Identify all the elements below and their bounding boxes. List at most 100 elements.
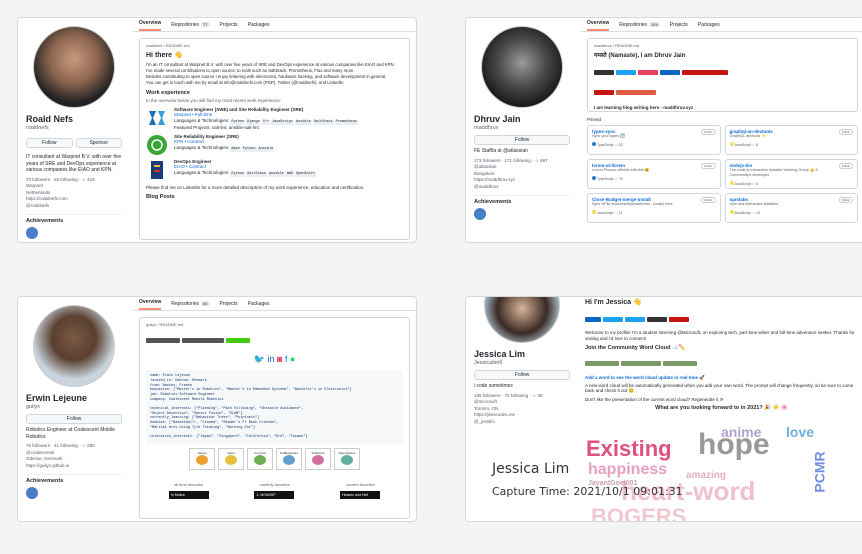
cloud-word: love: [786, 424, 815, 440]
list-item: You can get in touch with me by email at…: [146, 80, 345, 85]
pinned-repos: Public types-sync Sync your types 🔄 TypeScr…: [587, 124, 858, 223]
tab-packages[interactable]: Packages: [698, 22, 720, 31]
profile-bio: IT consultant at Warpnet B.V. with over …: [26, 154, 122, 173]
tech-chip: JavaScript: [271, 119, 295, 125]
profile-tabs: Overview Repositories 77 Projects Package…: [133, 18, 416, 32]
follow-button[interactable]: Follow: [474, 135, 570, 145]
extra-badges[interactable]: [594, 82, 851, 100]
detail-twitter[interactable]: @roaldnefs: [26, 203, 122, 210]
detail-twitter[interactable]: @maddhruv: [474, 184, 570, 191]
achievements-heading: Achievements: [26, 474, 122, 484]
favorite-item: Heaven and Hell: [340, 490, 381, 499]
cloud-badges[interactable]: [585, 353, 858, 371]
follow-button[interactable]: Follow: [26, 414, 122, 424]
readme-path[interactable]: roaldnefs / README.md: [146, 43, 403, 48]
tech-chip: AWS: [285, 171, 295, 177]
profile-bio: Robotics Engineer at Coalescent Mobile R…: [26, 427, 115, 440]
add-word-link[interactable]: Add a word to see the word cloud update …: [585, 375, 858, 381]
blog-heading: Blog Posts: [146, 194, 175, 200]
achievement-badge-icon[interactable]: [474, 208, 486, 220]
tab-overview[interactable]: Overview: [587, 20, 610, 31]
favorite-item: 2. MONSSP: [254, 490, 295, 499]
pinned-repo-card[interactable]: Public graphql-an-devtools GraphQL devtool…: [724, 124, 858, 155]
readme-path[interactable]: guilyx / README.md: [146, 322, 403, 327]
sponsor-button[interactable]: Sponsor: [75, 138, 122, 148]
profile-name: Dhruv Jain: [474, 114, 521, 124]
tab-repositories[interactable]: Repositories 77: [171, 22, 210, 31]
tech-chip: Python: [241, 146, 257, 152]
profile-username: roaldnefs: [26, 125, 49, 131]
job-tech-label: Languages & Technologies:: [174, 117, 230, 123]
status-badges[interactable]: [146, 330, 403, 348]
job-entry: DevOps Engineer EIAO • Contract Language…: [146, 159, 403, 181]
tab-projects[interactable]: Projects: [670, 22, 688, 31]
readme-title: Hi I'm Jessica 👋: [585, 299, 642, 306]
cloud-word: amazing: [686, 470, 727, 481]
blog-line[interactable]: I am learning blog writing here - maddhr…: [594, 105, 851, 111]
featured-projects[interactable]: Featured Projects: salt-lint, ansible-sa…: [174, 125, 359, 131]
profile-card-dhruv: Dhruv Jain maddhruv Follow FE Staff/a at…: [465, 17, 862, 243]
pinned-repo-card[interactable]: Public nodejs-bin The node.js Interactive …: [724, 158, 858, 189]
stat-card: Commits: [247, 447, 273, 470]
regenerate-line[interactable]: Don't like the presentation of the curre…: [585, 397, 858, 403]
job-tech-label: Languages & Technologies:: [174, 144, 230, 150]
profile-sidebar: Erwin Lejeune guilyx Follow Robotics Eng…: [18, 297, 130, 521]
job-entry: Site Reliability Engineer (SRE) KPN • Co…: [146, 134, 403, 156]
tech-chip: Ansible: [295, 119, 312, 125]
achievement-badge-icon[interactable]: [26, 227, 38, 239]
stat-card: Stars: [218, 447, 244, 470]
tab-projects[interactable]: Projects: [220, 22, 238, 31]
achievements-heading: Achievements: [26, 214, 122, 224]
pinned-repo-card[interactable]: Public types-sync Sync your types 🔄 TypeScr…: [587, 124, 721, 155]
profile-readme: roaldnefs / README.md Hi there 👋 I'm an …: [139, 38, 410, 240]
social-icons[interactable]: 🐦 in ◙ f ●: [146, 354, 403, 365]
pinned-repo-card[interactable]: Public npmlabs npm and interactive statist…: [724, 192, 858, 223]
tab-overview[interactable]: Overview: [139, 299, 162, 310]
social-badges[interactable]: [594, 62, 851, 80]
profile-bio: i code sometimes: [474, 383, 513, 389]
stat-card: Repositories: [334, 447, 360, 470]
profile-bio: FE Staff/a at @atlassian: [474, 148, 528, 154]
job-entry: Software Engineer (SWE) and Site Reliabi…: [146, 107, 403, 131]
intro-text: Welcome to my profile! I'm a student int…: [585, 330, 855, 341]
avatar: [33, 305, 115, 387]
tab-packages[interactable]: Packages: [248, 22, 270, 31]
favorite-item: In Motion: [168, 490, 209, 499]
profile-code-block: name: Erwin Lejeune located_in: Odense, D…: [146, 370, 403, 444]
avatar: [481, 26, 563, 108]
detail-website[interactable]: https://guilyx.github.io: [26, 463, 122, 470]
profile-readme: maddhruv / README.md नमस्ते (Namaste), I…: [587, 38, 858, 112]
profile-name: Erwin Lejeune: [26, 393, 88, 403]
avatar: [484, 297, 560, 343]
word-cloud-image[interactable]: Existing hope anime love happiness heart…: [586, 424, 831, 521]
profile-username: Jessicalim6: [474, 360, 503, 366]
detail-twitter[interactable]: @_jesslim: [474, 419, 570, 426]
favorites-headings: all time favorites monthly favorites curre…: [174, 481, 375, 487]
follow-button[interactable]: Follow: [26, 138, 73, 148]
job-tech-label: Languages & Technologies:: [174, 169, 230, 175]
social-badges[interactable]: [585, 309, 858, 327]
achievements-heading: Achievements: [474, 195, 570, 205]
cloud-question: What are you looking forward to in 2021?…: [655, 405, 788, 411]
achievement-badge-icon[interactable]: [26, 487, 38, 499]
profile-tabs: Overview Repositories 104 Projects Packag…: [581, 18, 862, 32]
tab-repositories[interactable]: Repositories 104: [619, 22, 660, 31]
profile-card-erwin: Erwin Lejeune guilyx Follow Robotics Eng…: [17, 296, 417, 522]
avatar: [33, 26, 115, 108]
stat-card: Issues: [189, 447, 215, 470]
tab-overview[interactable]: Overview: [139, 20, 162, 31]
pinned-repo-card[interactable]: Public lorem-ut-llorem Lorem Picsum offere…: [587, 158, 721, 189]
cloud-heading: Join the Community Word Cloud ☁️✏️: [585, 345, 686, 351]
favorites-row[interactable]: In Motion 2. MONSSP Heaven and Hell: [146, 490, 403, 499]
follow-button[interactable]: Follow: [474, 370, 570, 380]
pinned-repo-card[interactable]: Public Close-Budget-merge-install Sync NPM…: [587, 192, 721, 223]
tab-repositories[interactable]: Repositories 60: [171, 301, 210, 310]
screenshot-overlay-name: Jessica Lim: [492, 461, 570, 477]
tab-packages[interactable]: Packages: [248, 301, 270, 310]
cloud-word: PCMR: [811, 451, 828, 493]
tab-projects[interactable]: Projects: [220, 301, 238, 310]
readme-title: Hi there 👋: [146, 52, 183, 59]
tech-chip: SaltStack: [312, 119, 334, 125]
stat-card: PullRequests: [276, 447, 302, 470]
readme-path[interactable]: maddhruv / README.md: [594, 43, 851, 48]
